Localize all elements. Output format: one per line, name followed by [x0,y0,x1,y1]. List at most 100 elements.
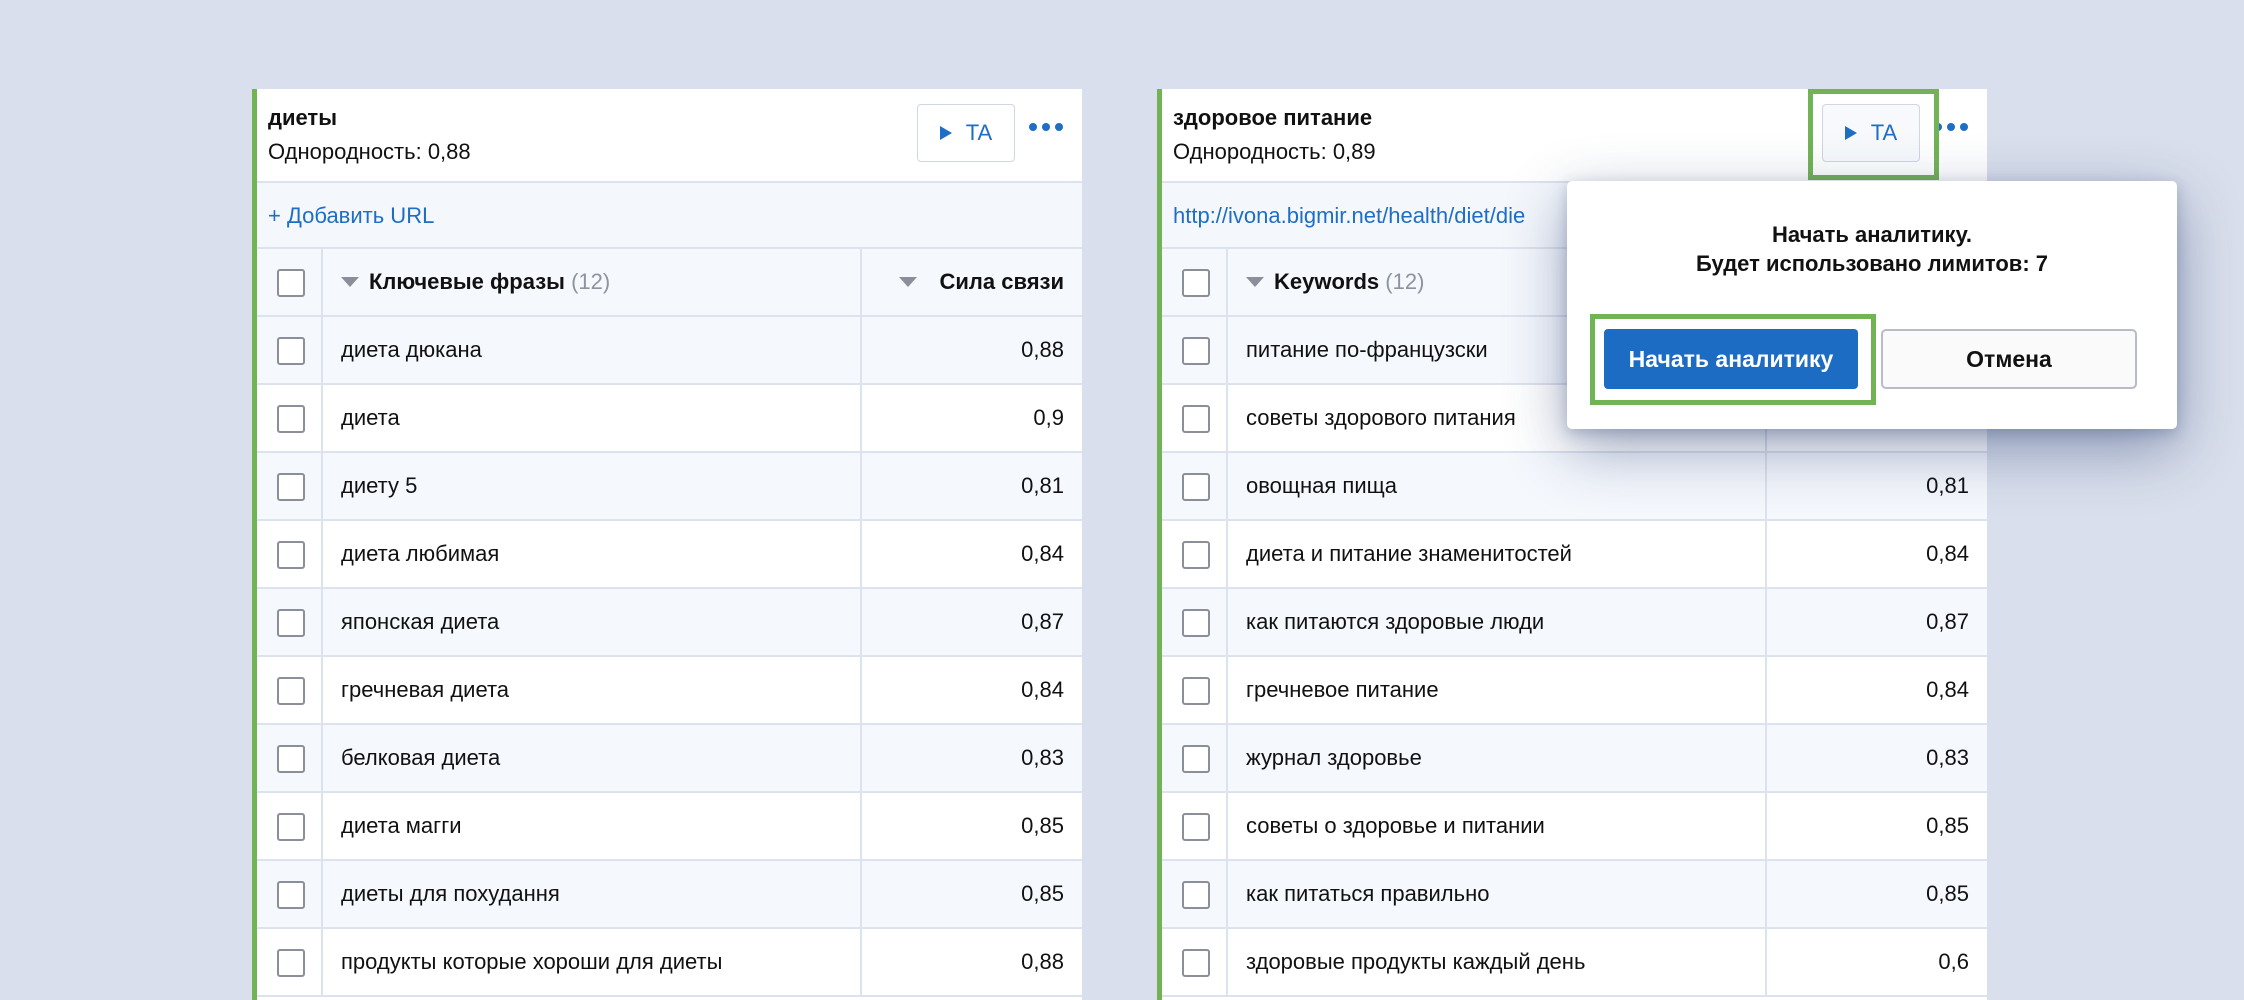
strength-column-label: Сила связи [939,269,1064,294]
keyword-cell: советы здорового питания [1246,405,1516,430]
table-row[interactable]: диеты для похудання 0,85 [257,861,1082,929]
strength-cell: 0,9 [1033,405,1064,430]
row-checkbox[interactable] [277,677,305,705]
add-url-link[interactable]: + Добавить URL [268,203,434,229]
keyword-cell: диета любимая [341,541,500,566]
row-checkbox[interactable] [1182,881,1210,909]
row-checkbox[interactable] [1182,813,1210,841]
keyword-cell: продукты которые хороши для диеты [341,949,723,974]
start-analytics-popup: Начать аналитику. Будет использовано лим… [1567,181,2177,429]
strength-cell: 0,85 [1926,813,1969,838]
row-checkbox[interactable] [277,745,305,773]
strength-cell: 0,87 [1021,609,1064,634]
run-ta-label: TA [1870,120,1898,145]
strength-cell: 0,83 [1926,745,1969,770]
table-row[interactable]: продукты которые хороши для диеты 0,88 [257,929,1082,997]
row-checkbox[interactable] [277,473,305,501]
strength-cell: 0,84 [1021,541,1064,566]
strength-cell: 0,83 [1021,745,1064,770]
homogeneity-label: Однородность: 0,88 [268,139,471,164]
row-checkbox[interactable] [277,949,305,977]
strength-cell: 0,84 [1021,677,1064,702]
keyword-cell: здоровые продукты каждый день [1246,949,1586,974]
table-row[interactable]: как питаться правильно 0,85 [1162,861,1987,929]
row-checkbox[interactable] [1182,609,1210,637]
keyword-cell: диету 5 [341,473,418,498]
table-row[interactable]: диета 0,9 [257,385,1082,453]
keyword-column-label: Ключевые фразы [369,269,565,294]
table-row[interactable]: диета магги 0,85 [257,793,1082,861]
strength-cell: 0,6 [1938,949,1969,974]
row-checkbox[interactable] [1182,473,1210,501]
table-row[interactable]: советы о здоровье и питании 0,85 [1162,793,1987,861]
table-row[interactable]: японская диета 0,87 [257,589,1082,657]
play-icon [939,126,952,140]
run-ta-label: TA [965,120,993,145]
keyword-group-panel-diets: диеты Однородность: 0,88 TA + Добавить U… [252,89,1082,1000]
more-options-icon[interactable] [1934,123,1968,131]
run-ta-button[interactable]: TA [1822,104,1920,162]
table-row[interactable]: гречневое питание 0,84 [1162,657,1987,725]
keyword-cell: овощная пища [1246,473,1397,498]
keyword-cell: как питаться правильно [1246,881,1490,906]
table-row[interactable]: диету 5 0,81 [257,453,1082,521]
keyword-cell: питание по-французски [1246,337,1488,362]
row-checkbox[interactable] [277,813,305,841]
select-all-checkbox[interactable] [1182,269,1210,297]
keyword-cell: диеты для похудання [341,881,560,906]
keyword-cell: диета [341,405,400,430]
keyword-count: (12) [571,269,611,294]
row-checkbox[interactable] [1182,677,1210,705]
keyword-cell: диета дюкана [341,337,482,362]
strength-cell: 0,81 [1926,473,1969,498]
table-row[interactable]: диета дюкана 0,88 [257,317,1082,385]
table-row[interactable]: здоровые продукты каждый день 0,6 [1162,929,1987,997]
row-checkbox[interactable] [277,541,305,569]
keyword-count: (12) [1385,269,1425,294]
row-checkbox[interactable] [277,881,305,909]
keyword-cell: как питаются здоровые люди [1246,609,1545,634]
row-checkbox[interactable] [277,337,305,365]
more-options-icon[interactable] [1029,123,1063,131]
sort-triangle-icon [341,277,359,287]
strength-column-header[interactable]: Сила связи [862,249,1082,315]
table-row[interactable]: диета любимая 0,84 [257,521,1082,589]
sort-triangle-icon [1246,277,1264,287]
table-row[interactable]: диета и питание знаменитостей 0,84 [1162,521,1987,589]
table-row[interactable]: журнал здоровье 0,83 [1162,725,1987,793]
sort-triangle-icon [899,277,918,287]
group-url-link[interactable]: http://ivona.bigmir.net/health/diet/die [1173,203,1525,229]
strength-cell: 0,85 [1021,813,1064,838]
row-checkbox[interactable] [1182,745,1210,773]
group-title: диеты [268,105,337,130]
table-row[interactable]: гречневая диета 0,84 [257,657,1082,725]
start-analytics-button[interactable]: Начать аналитику [1604,329,1858,389]
table-header-row: Ключевые фразы (12) Сила связи [257,249,1082,317]
popup-limits-message: Будет использовано лимитов: 7 [1696,251,2048,276]
row-checkbox[interactable] [277,609,305,637]
keyword-column-header[interactable]: Ключевые фразы (12) [323,249,862,315]
cancel-button[interactable]: Отмена [1881,329,2137,389]
strength-cell: 0,81 [1021,473,1064,498]
strength-cell: 0,88 [1021,337,1064,362]
row-checkbox[interactable] [1182,949,1210,977]
keyword-cell: советы о здоровье и питании [1246,813,1545,838]
strength-cell: 0,88 [1021,949,1064,974]
row-checkbox[interactable] [1182,405,1210,433]
row-checkbox[interactable] [1182,541,1210,569]
popup-message: Начать аналитику. [1772,222,1972,247]
keyword-cell: журнал здоровье [1246,745,1422,770]
select-all-checkbox[interactable] [277,269,305,297]
table-row[interactable]: как питаются здоровые люди 0,87 [1162,589,1987,657]
strength-cell: 0,85 [1926,881,1969,906]
table-row[interactable]: белковая диета 0,83 [257,725,1082,793]
strength-cell: 0,84 [1926,677,1969,702]
row-checkbox[interactable] [277,405,305,433]
homogeneity-label: Однородность: 0,89 [1173,139,1376,164]
table-row[interactable]: овощная пища 0,81 [1162,453,1987,521]
run-ta-button[interactable]: TA [917,104,1015,162]
panel-header: диеты Однородность: 0,88 TA [257,89,1082,181]
strength-cell: 0,85 [1021,881,1064,906]
row-checkbox[interactable] [1182,337,1210,365]
keywords-table: Ключевые фразы (12) Сила связи диета дюк… [257,249,1082,997]
